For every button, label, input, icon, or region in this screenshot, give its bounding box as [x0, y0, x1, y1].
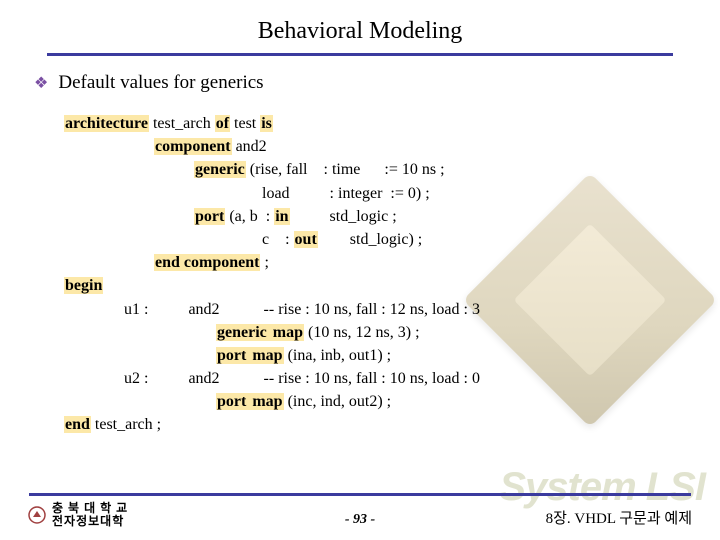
kw-port-map: port: [216, 347, 251, 364]
kw-end-component: end component: [154, 254, 260, 271]
kw-generic-map: generic: [216, 324, 272, 341]
kw-component: component: [154, 138, 232, 155]
diamond-bullet-icon: ❖: [34, 73, 48, 93]
page-number: - 93 -: [345, 512, 375, 528]
kw-begin: begin: [64, 277, 103, 294]
code-block: architecture test_arch of test is compon…: [64, 112, 700, 437]
kw-end: end: [64, 416, 91, 433]
footer-left: 충 북 대 학 교 전자정보대학: [28, 502, 128, 528]
slide-content: Behavioral Modeling ❖ Default values for…: [0, 0, 720, 437]
title-underline: [47, 53, 673, 56]
kw-out: out: [294, 231, 318, 248]
kw-port-map2: port: [216, 393, 251, 410]
kw-port: port: [194, 208, 225, 225]
bullet-item: ❖ Default values for generics: [34, 72, 700, 94]
page-title: Behavioral Modeling: [20, 18, 700, 45]
kw-of: of: [215, 115, 230, 132]
college-name: 전자정보대학: [52, 515, 128, 528]
kw-in: in: [274, 208, 289, 225]
footer-line: [29, 493, 691, 496]
university-logo-icon: [28, 506, 46, 524]
bullet-text: Default values for generics: [58, 72, 263, 94]
kw-is: is: [260, 115, 273, 132]
chapter-label: 8장. VHDL 구문과 예제: [546, 507, 692, 528]
kw-generic: generic: [194, 161, 246, 178]
univ-name: 충 북 대 학 교: [52, 502, 128, 515]
kw-architecture: architecture: [64, 115, 149, 132]
footer: 충 북 대 학 교 전자정보대학 - 93 - 8장. VHDL 구문과 예제: [0, 493, 720, 528]
